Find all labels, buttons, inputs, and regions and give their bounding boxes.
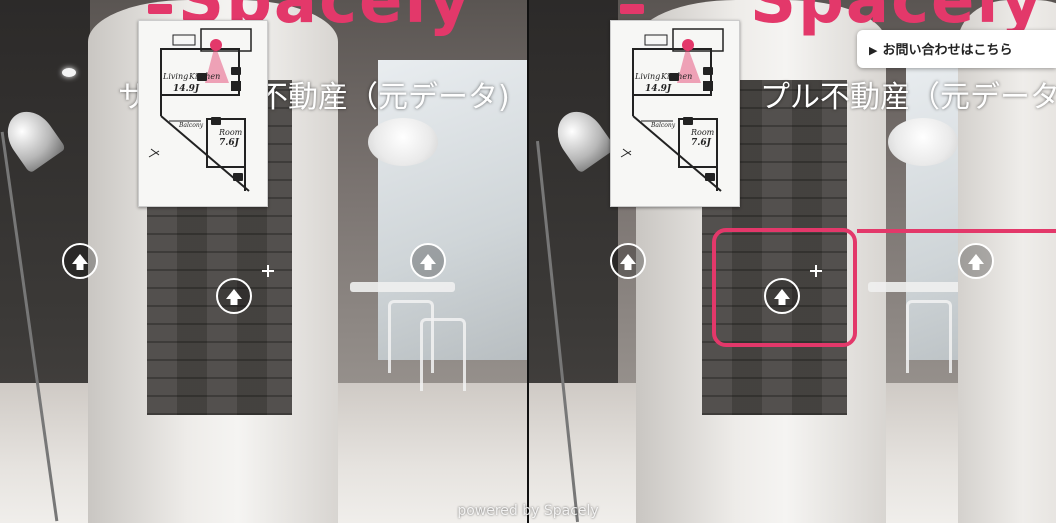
fp-label-kitchen: Kitchen xyxy=(661,72,693,81)
vr-pane-left[interactable]: Spacely サ不動産（元データ) Living Kitchen 14.9J … xyxy=(0,0,528,523)
hotspot-highlight-frame xyxy=(712,228,857,347)
pendant-lamp xyxy=(888,118,958,166)
floor-plan-minimap[interactable]: Living Kitchen 14.9J Balcony Room 7.6J xyxy=(138,20,268,207)
fp-label-balcony: Balcony xyxy=(651,122,676,129)
dining-chair xyxy=(420,318,466,391)
floor-plan-minimap[interactable]: Living Kitchen 14.9J Balcony Room 7.6J xyxy=(610,20,740,207)
triangle-right-icon: ▶ xyxy=(869,44,878,57)
fp-label-room-area: 7.6J xyxy=(691,138,711,148)
fp-label-living-area: 14.9J xyxy=(173,84,200,94)
fp-label-kitchen: Kitchen xyxy=(189,72,221,81)
up-arrow-icon[interactable] xyxy=(62,243,98,279)
gaze-crosshair-icon xyxy=(262,265,274,277)
fp-label-room: Room xyxy=(219,128,243,137)
fp-label-living: Living xyxy=(163,72,189,81)
fp-label-living-area: 14.9J xyxy=(645,84,672,94)
fp-label-room-area: 7.6J xyxy=(219,138,239,148)
up-arrow-icon[interactable] xyxy=(410,243,446,279)
floor-plan-drawing xyxy=(620,28,724,192)
stereo-divider xyxy=(527,0,529,523)
pendant-lamp xyxy=(368,118,438,166)
brand-logo-mark xyxy=(148,4,172,14)
fp-label-balcony: Balcony xyxy=(179,122,204,129)
dining-table xyxy=(350,282,455,292)
tour-title-part: 不動産（元データ) xyxy=(258,80,510,115)
up-arrow-icon[interactable] xyxy=(958,243,994,279)
ceiling-light xyxy=(62,68,76,77)
hotspot-highlight-connector xyxy=(857,229,1056,233)
dining-chair xyxy=(906,300,952,373)
brand-logo-mark xyxy=(620,4,644,14)
floor-plan-drawing xyxy=(148,28,252,192)
fp-label-living: Living xyxy=(635,72,661,81)
up-arrow-icon[interactable] xyxy=(216,278,252,314)
tour-title: プル不動産（元データ) xyxy=(760,80,1056,115)
contact-button[interactable]: ▶ お問い合わせはこちら xyxy=(857,30,1056,68)
fp-label-room: Room xyxy=(691,128,715,137)
contact-button-label: お問い合わせはこちら xyxy=(882,43,1013,58)
up-arrow-icon[interactable] xyxy=(610,243,646,279)
powered-by-footer: powered by Spacely xyxy=(457,503,599,519)
